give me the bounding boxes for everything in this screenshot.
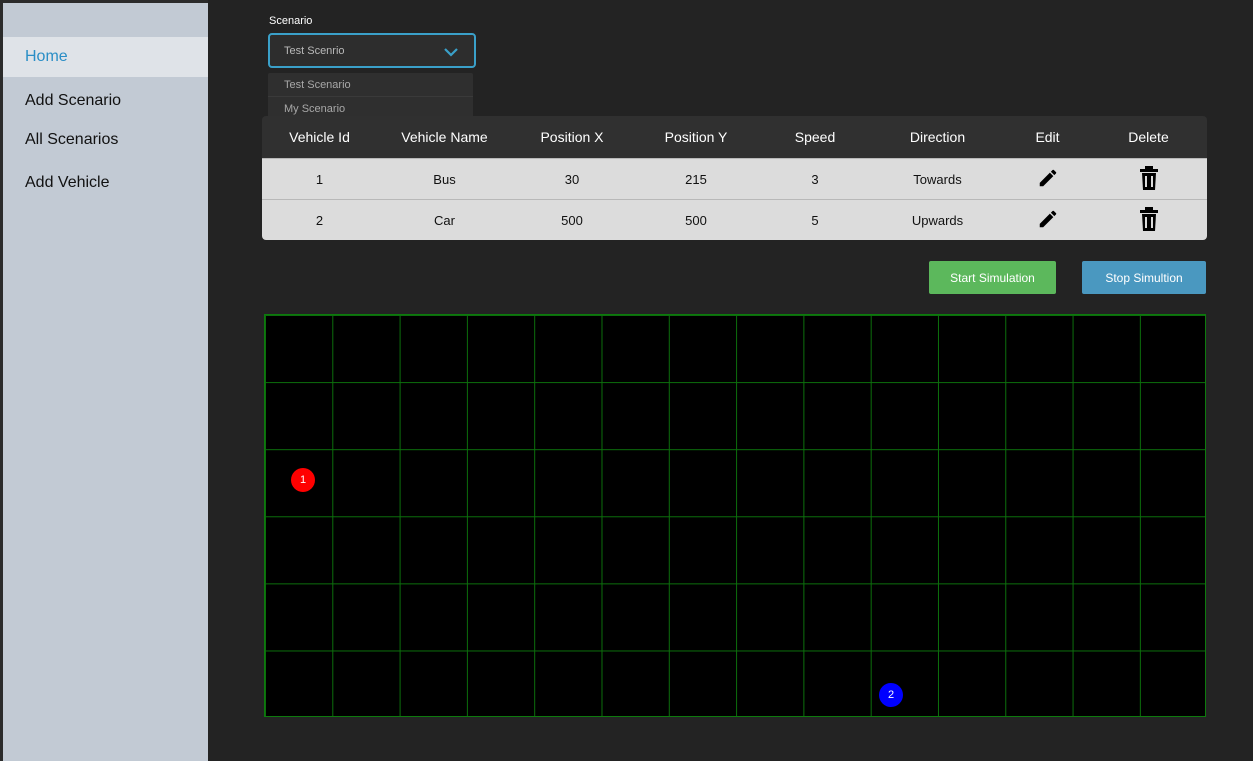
vehicle-marker-label: 1 — [299, 474, 307, 486]
cell-speed: 3 — [811, 171, 819, 187]
pencil-icon[interactable] — [1037, 167, 1059, 189]
sidebar-item-label: Add Scenario — [25, 92, 122, 109]
table-row: 1 Bus 30 215 3 Towards — [262, 158, 1207, 199]
dropdown-option-test-scenario[interactable]: Test Scenario — [268, 73, 473, 97]
table-row: 2 Car 500 500 5 Upwards — [262, 199, 1207, 240]
vehicle-table: Vehicle Id Vehicle Name Position X Posit… — [262, 116, 1207, 240]
cell-edit — [1005, 208, 1090, 233]
sidebar-item-add-scenario[interactable]: Add Scenario — [3, 81, 208, 121]
column-header-position-x: Position X — [540, 129, 604, 145]
sidebar-item-label: Add Vehicle — [25, 174, 110, 191]
column-header-speed: Speed — [794, 129, 836, 145]
column-header-delete: Delete — [1128, 129, 1169, 145]
scenario-dropdown-menu: Test Scenario My Scenario — [268, 73, 473, 121]
trash-icon[interactable] — [1139, 206, 1159, 231]
chevron-down-icon — [444, 48, 458, 57]
stop-simulation-button[interactable]: Stop Simultion — [1082, 261, 1206, 294]
trash-icon[interactable] — [1139, 165, 1159, 190]
scenario-select[interactable]: Test Scenrio — [268, 33, 476, 68]
sidebar: Home Add Scenario All Scenarios Add Vehi… — [0, 0, 208, 761]
scenario-label: Scenario — [269, 15, 313, 27]
cell-delete — [1090, 206, 1207, 234]
cell-direction: Upwards — [911, 212, 964, 228]
cell-delete — [1090, 165, 1207, 193]
sidebar-item-all-scenarios[interactable]: All Scenarios — [3, 120, 208, 160]
cell-position-y: 215 — [685, 171, 707, 187]
vehicle-marker-2: 2 — [879, 683, 903, 707]
cell-vehicle-id: 2 — [315, 212, 324, 228]
start-simulation-button[interactable]: Start Simulation — [929, 261, 1056, 294]
vehicle-marker-label: 2 — [887, 689, 895, 701]
simulation-grid: 1 2 — [264, 314, 1206, 717]
column-header-vehicle-name: Vehicle Name — [401, 129, 488, 145]
vehicle-marker-1: 1 — [291, 468, 315, 492]
cell-vehicle-name: Car — [434, 212, 455, 228]
table-header-row: Vehicle Id Vehicle Name Position X Posit… — [262, 116, 1207, 158]
cell-position-x: 500 — [561, 212, 583, 228]
sidebar-item-home[interactable]: Home — [3, 37, 208, 77]
column-header-position-y: Position Y — [664, 129, 728, 145]
cell-vehicle-name: Bus — [433, 171, 456, 187]
sidebar-item-add-vehicle[interactable]: Add Vehicle — [3, 163, 208, 203]
cell-vehicle-id: 1 — [315, 171, 324, 187]
scenario-selected-value: Test Scenrio — [284, 44, 345, 57]
cell-position-y: 500 — [685, 212, 707, 228]
column-header-edit: Edit — [1035, 129, 1060, 145]
sidebar-item-label: All Scenarios — [25, 131, 119, 148]
cell-edit — [1005, 167, 1090, 192]
pencil-icon[interactable] — [1037, 208, 1059, 230]
cell-speed: 5 — [811, 212, 819, 228]
column-header-vehicle-id: Vehicle Id — [289, 129, 350, 145]
sidebar-item-label: Home — [25, 48, 68, 65]
cell-direction: Towards — [913, 171, 962, 187]
cell-position-x: 30 — [564, 171, 580, 187]
column-header-direction: Direction — [909, 129, 966, 145]
